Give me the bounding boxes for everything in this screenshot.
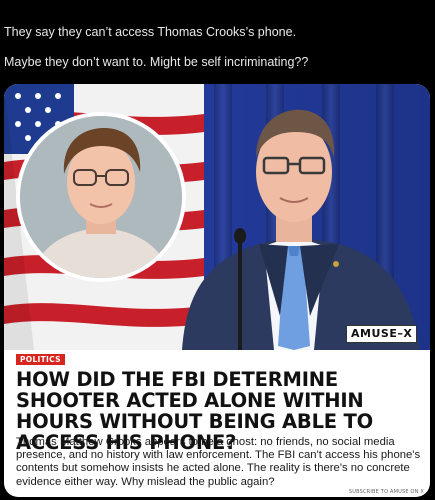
inset-portrait-icon bbox=[20, 116, 182, 278]
amuse-logo: AMUSE–X bbox=[346, 325, 418, 343]
inset-portrait-frame bbox=[16, 112, 186, 282]
category-tag: POLITICS bbox=[16, 354, 65, 365]
news-photo[interactable]: AMUSE–X bbox=[4, 84, 430, 350]
post-line-2: Maybe they don’t want to. Might be self … bbox=[4, 55, 309, 69]
subscribe-footer: SUBSCRIBE TO AMUSE ON X bbox=[348, 489, 424, 495]
article-summary: Thomas Matthew Crooks appears to be a gh… bbox=[16, 436, 421, 488]
post-line-1: They say they can’t access Thomas Crooks… bbox=[4, 25, 297, 39]
speaker-portrait-icon bbox=[182, 109, 420, 350]
post-text: They say they can’t access Thomas Crooks… bbox=[4, 24, 429, 84]
media-card[interactable]: AMUSE–X POLITICS HOW DID THE FBI DETERMI… bbox=[4, 84, 430, 497]
